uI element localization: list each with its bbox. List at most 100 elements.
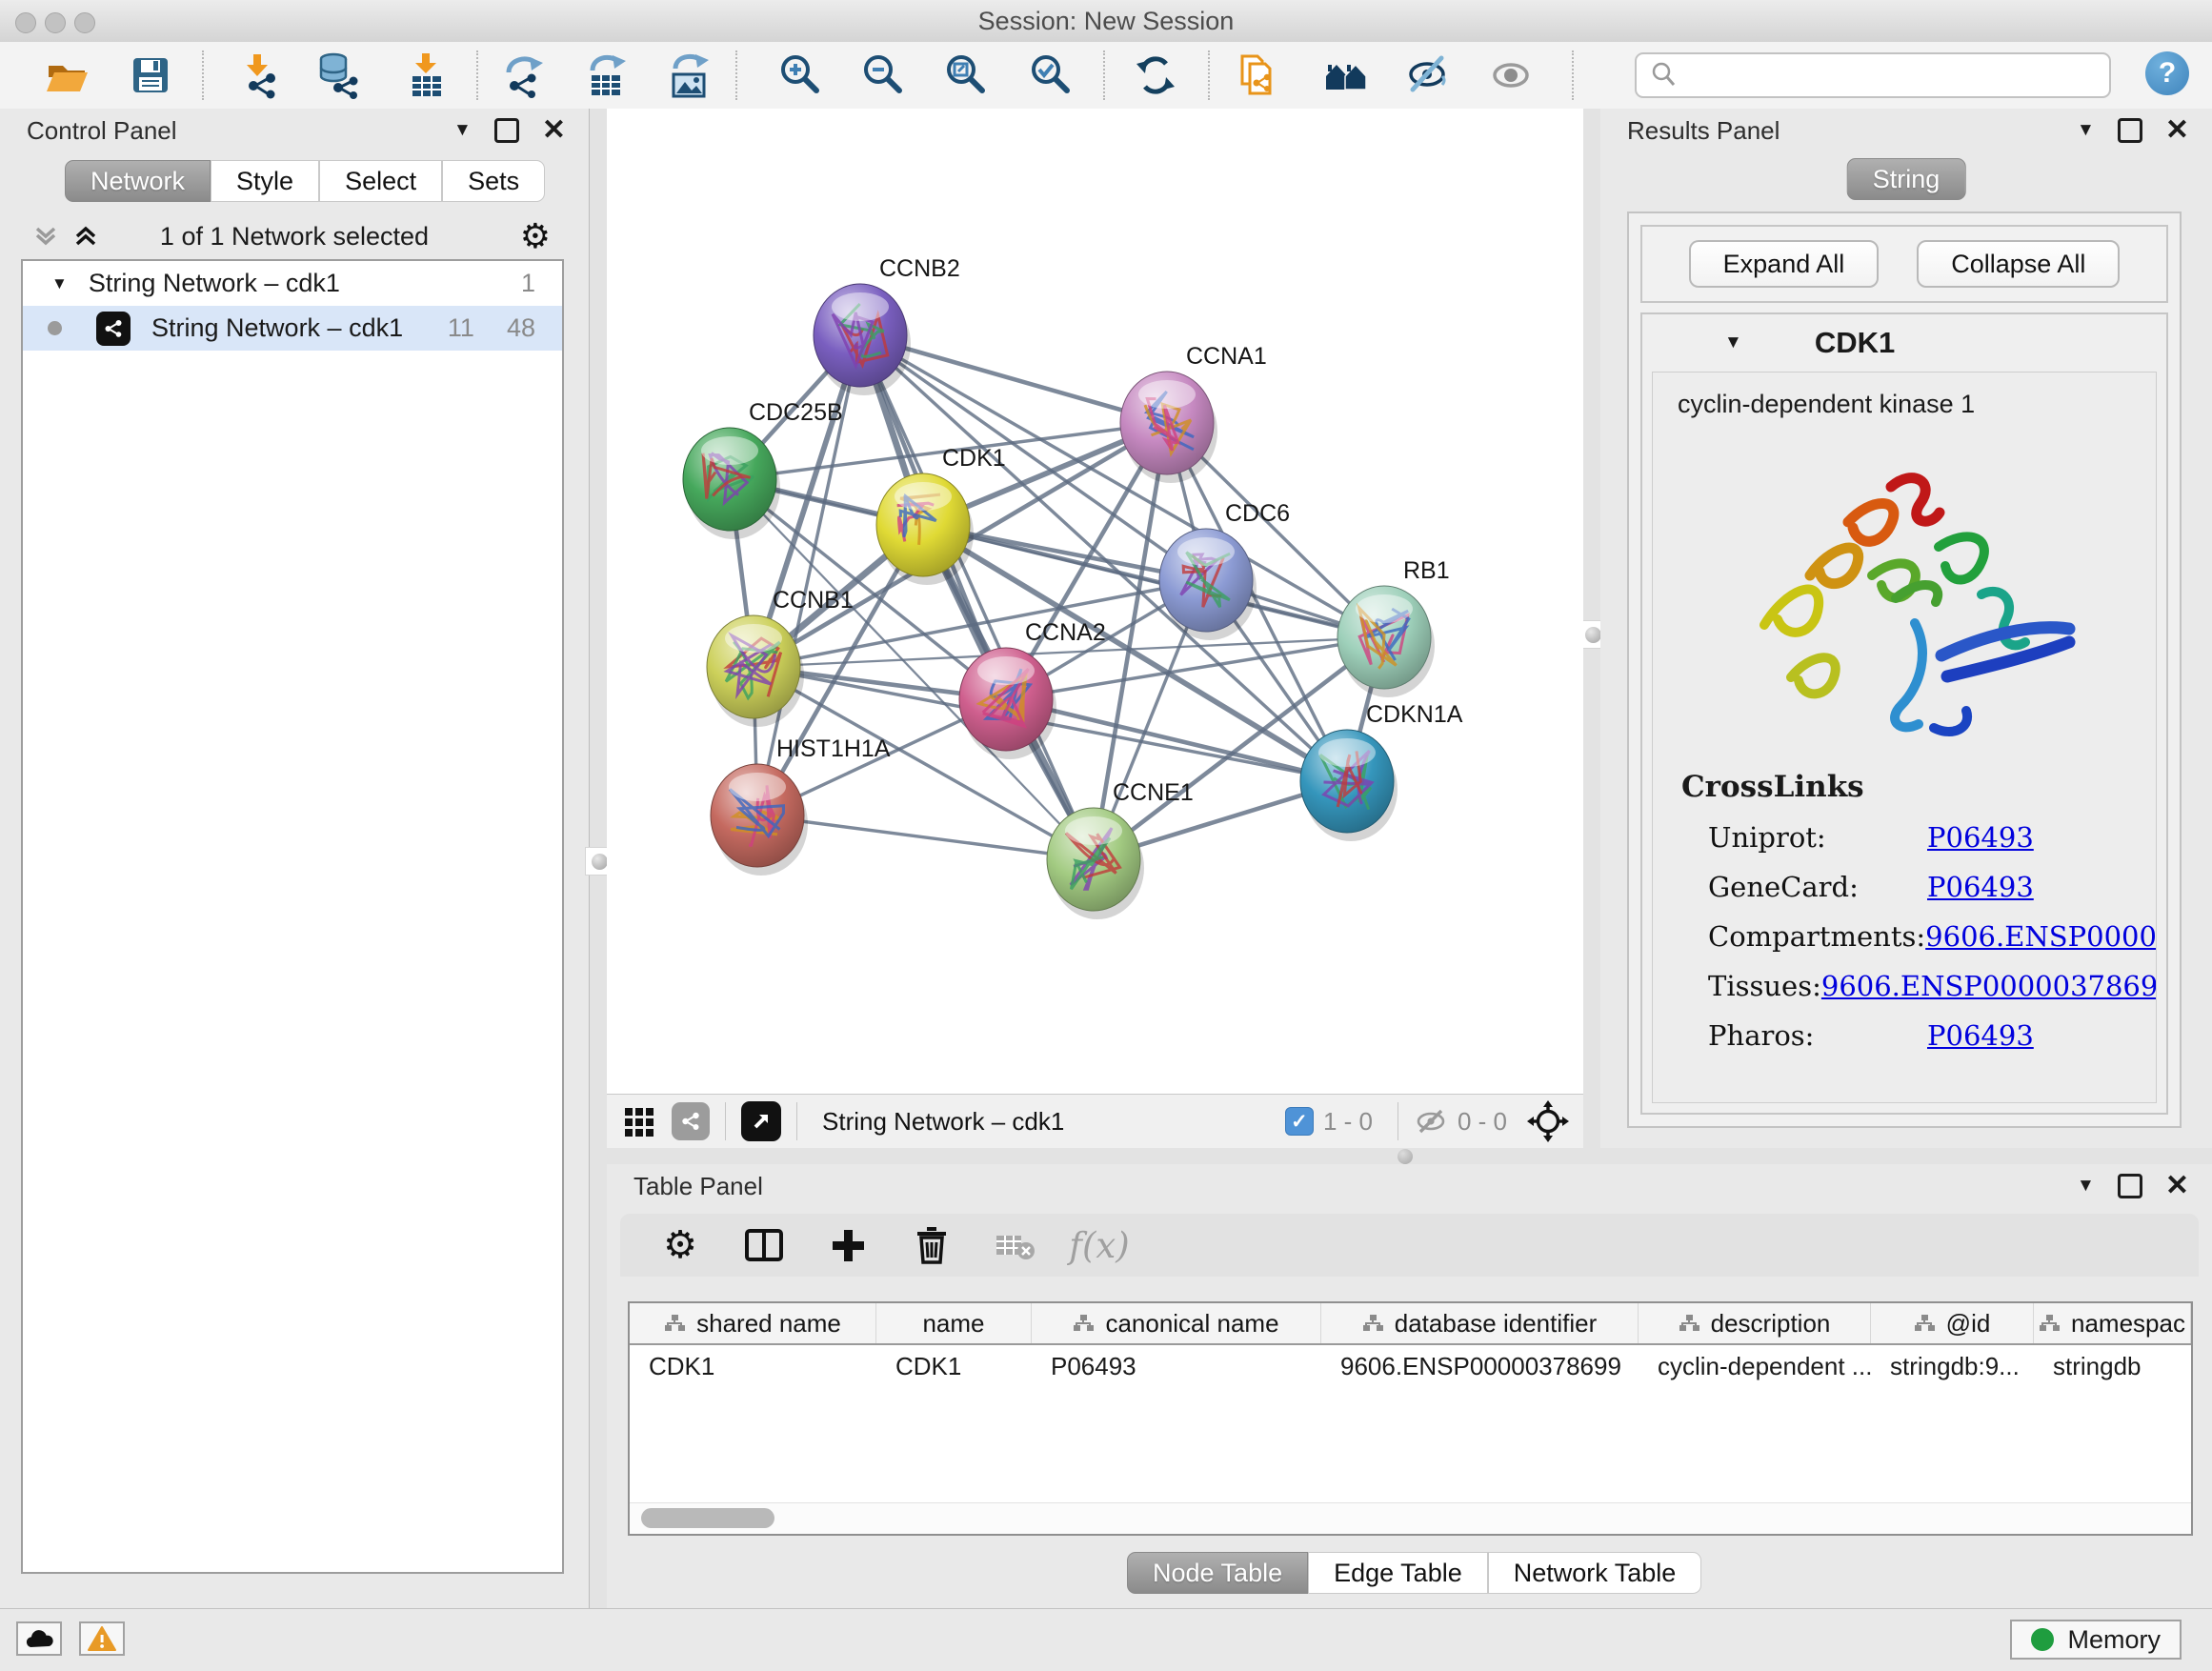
network-node-rb1[interactable] <box>1337 586 1435 697</box>
search-icon <box>1648 59 1680 91</box>
home-icon[interactable] <box>1322 51 1370 99</box>
fit-content-crosshair-icon[interactable] <box>1526 1099 1570 1143</box>
network-node-ccnb1[interactable] <box>707 615 804 727</box>
column-header[interactable]: name <box>876 1303 1032 1343</box>
network-node-hist1h1a[interactable] <box>711 764 808 876</box>
show-all-eye-icon[interactable] <box>1487 51 1535 99</box>
export-image-icon[interactable] <box>666 51 714 99</box>
tab-string[interactable]: String <box>1847 158 1966 200</box>
search-box[interactable] <box>1635 52 2111 98</box>
zoom-fit-icon[interactable] <box>942 51 990 99</box>
network-options-gear-icon[interactable]: ⚙ <box>520 213 551 259</box>
network-node-cdk1[interactable] <box>876 473 974 585</box>
cell-id[interactable]: stringdb:9... <box>1871 1345 2034 1387</box>
crosslink-link[interactable]: P06493 <box>1927 1019 2034 1052</box>
help-button[interactable]: ? <box>2145 51 2189 95</box>
memory-button[interactable]: Memory <box>2010 1620 2182 1660</box>
column-header[interactable]: @id <box>1871 1303 2034 1343</box>
network-row[interactable]: String Network – cdk1 11 48 <box>23 306 562 351</box>
tab-sets[interactable]: Sets <box>442 160 545 202</box>
panel-float-icon[interactable] <box>2118 118 2142 143</box>
tab-network[interactable]: Network <box>65 160 211 202</box>
tab-edge-table[interactable]: Edge Table <box>1308 1552 1488 1594</box>
panel-float-icon[interactable] <box>494 118 519 143</box>
tab-network-table[interactable]: Network Table <box>1488 1552 1702 1594</box>
tab-select[interactable]: Select <box>319 160 442 202</box>
network-graph[interactable]: CCNB2CCNA1CDC25BCDK1CDC6RB1CCNB1CCNA2CDK… <box>607 109 1583 1094</box>
panel-close-icon[interactable]: ✕ <box>542 121 566 140</box>
import-network-database-icon[interactable] <box>314 51 362 99</box>
network-canvas[interactable]: CCNB2CCNA1CDC25BCDK1CDC6RB1CCNB1CCNA2CDK… <box>607 109 1583 1094</box>
column-header[interactable]: description <box>1639 1303 1871 1343</box>
selected-count-checkbox-icon[interactable]: ✓ <box>1285 1107 1314 1136</box>
network-node-ccna2[interactable] <box>959 648 1056 759</box>
panel-collapse-icon[interactable]: ▼ <box>453 120 472 141</box>
zoom-out-icon[interactable] <box>859 51 907 99</box>
cell-database-identifier[interactable]: 9606.ENSP00000378699 <box>1321 1345 1639 1387</box>
tab-style[interactable]: Style <box>211 160 319 202</box>
column-header[interactable]: namespac <box>2034 1303 2191 1343</box>
node-label: CCNE1 <box>1113 779 1194 806</box>
network-node-ccne1[interactable] <box>1047 808 1144 919</box>
network-edge[interactable] <box>1006 699 1347 781</box>
panel-collapse-icon[interactable]: ▼ <box>2077 120 2095 141</box>
import-table-file-icon[interactable] <box>402 51 450 99</box>
search-input[interactable] <box>1680 61 2109 91</box>
table-horizontal-scrollbar[interactable] <box>630 1502 2191 1534</box>
network-node-ccnb2[interactable] <box>814 284 911 395</box>
tab-node-table[interactable]: Node Table <box>1127 1552 1308 1594</box>
gene-collapse-icon[interactable]: ▼ <box>1724 332 1742 353</box>
import-string-network-icon[interactable] <box>1235 51 1282 99</box>
collection-expand-icon[interactable]: ▼ <box>51 274 68 293</box>
delete-column-icon[interactable] <box>910 1223 954 1267</box>
gene-section-header[interactable]: ▼ CDK1 <box>1642 314 2166 372</box>
network-collection-row[interactable]: ▼ String Network – cdk1 1 <box>23 261 562 306</box>
add-column-icon[interactable] <box>826 1223 870 1267</box>
crosslink-link[interactable]: P06493 <box>1927 871 2034 903</box>
cell-shared-name[interactable]: CDK1 <box>630 1345 876 1387</box>
export-table-icon[interactable] <box>583 51 631 99</box>
function-builder-icon[interactable]: f(x) <box>1077 1223 1121 1267</box>
show-columns-icon[interactable] <box>742 1223 786 1267</box>
birds-eye-grid-icon[interactable] <box>622 1103 658 1139</box>
warning-status-button[interactable] <box>79 1621 125 1656</box>
delete-table-icon[interactable] <box>994 1223 1037 1267</box>
column-header[interactable]: database identifier <box>1321 1303 1639 1343</box>
panel-float-icon[interactable] <box>2118 1174 2142 1198</box>
import-network-file-icon[interactable] <box>234 51 282 99</box>
open-session-icon[interactable] <box>43 51 90 99</box>
horizontal-splitter-knob[interactable] <box>1398 1149 1413 1164</box>
network-edge[interactable] <box>860 335 1094 859</box>
table-options-gear-icon[interactable]: ⚙ <box>658 1223 702 1267</box>
cloud-status-button[interactable] <box>16 1621 62 1656</box>
network-node-ccna1[interactable] <box>1120 372 1217 483</box>
save-session-icon[interactable] <box>127 51 174 99</box>
column-header[interactable]: shared name <box>630 1303 876 1343</box>
cell-namespace[interactable]: stringdb <box>2034 1345 2191 1387</box>
table-row[interactable]: CDK1 CDK1 P06493 9606.ENSP00000378699 cy… <box>630 1345 2191 1387</box>
export-network-icon[interactable] <box>501 51 549 99</box>
network-overview-icon[interactable] <box>672 1102 710 1140</box>
toolbar-separator <box>476 50 478 100</box>
crosslink-link[interactable]: 9606.ENSP00000378699 <box>1821 970 2157 1002</box>
panel-close-icon[interactable]: ✕ <box>2165 1177 2189 1196</box>
collapse-all-button[interactable]: Collapse All <box>1917 240 2120 288</box>
crosslink-link[interactable]: 9606.ENSP00000378699 <box>1925 920 2157 953</box>
apply-layout-icon[interactable] <box>1132 51 1179 99</box>
cell-description[interactable]: cyclin-dependent ... <box>1639 1345 1871 1387</box>
network-node-cdkn1a[interactable] <box>1300 730 1398 841</box>
open-in-window-icon[interactable] <box>741 1101 781 1141</box>
crosslink-link[interactable]: P06493 <box>1927 821 2034 854</box>
panel-collapse-icon[interactable]: ▼ <box>2077 1176 2095 1197</box>
cell-name[interactable]: CDK1 <box>876 1345 1032 1387</box>
cell-canonical-name[interactable]: P06493 <box>1032 1345 1321 1387</box>
panel-close-icon[interactable]: ✕ <box>2165 121 2189 140</box>
scrollbar-thumb[interactable] <box>641 1508 774 1528</box>
expand-all-button[interactable]: Expand All <box>1689 240 1880 288</box>
hide-selected-icon[interactable] <box>1404 51 1452 99</box>
network-node-cdc25b[interactable] <box>683 428 780 539</box>
zoom-in-icon[interactable] <box>776 51 824 99</box>
column-header[interactable]: canonical name <box>1032 1303 1321 1343</box>
node-label: CDC25B <box>749 399 843 426</box>
zoom-selected-icon[interactable] <box>1027 51 1075 99</box>
